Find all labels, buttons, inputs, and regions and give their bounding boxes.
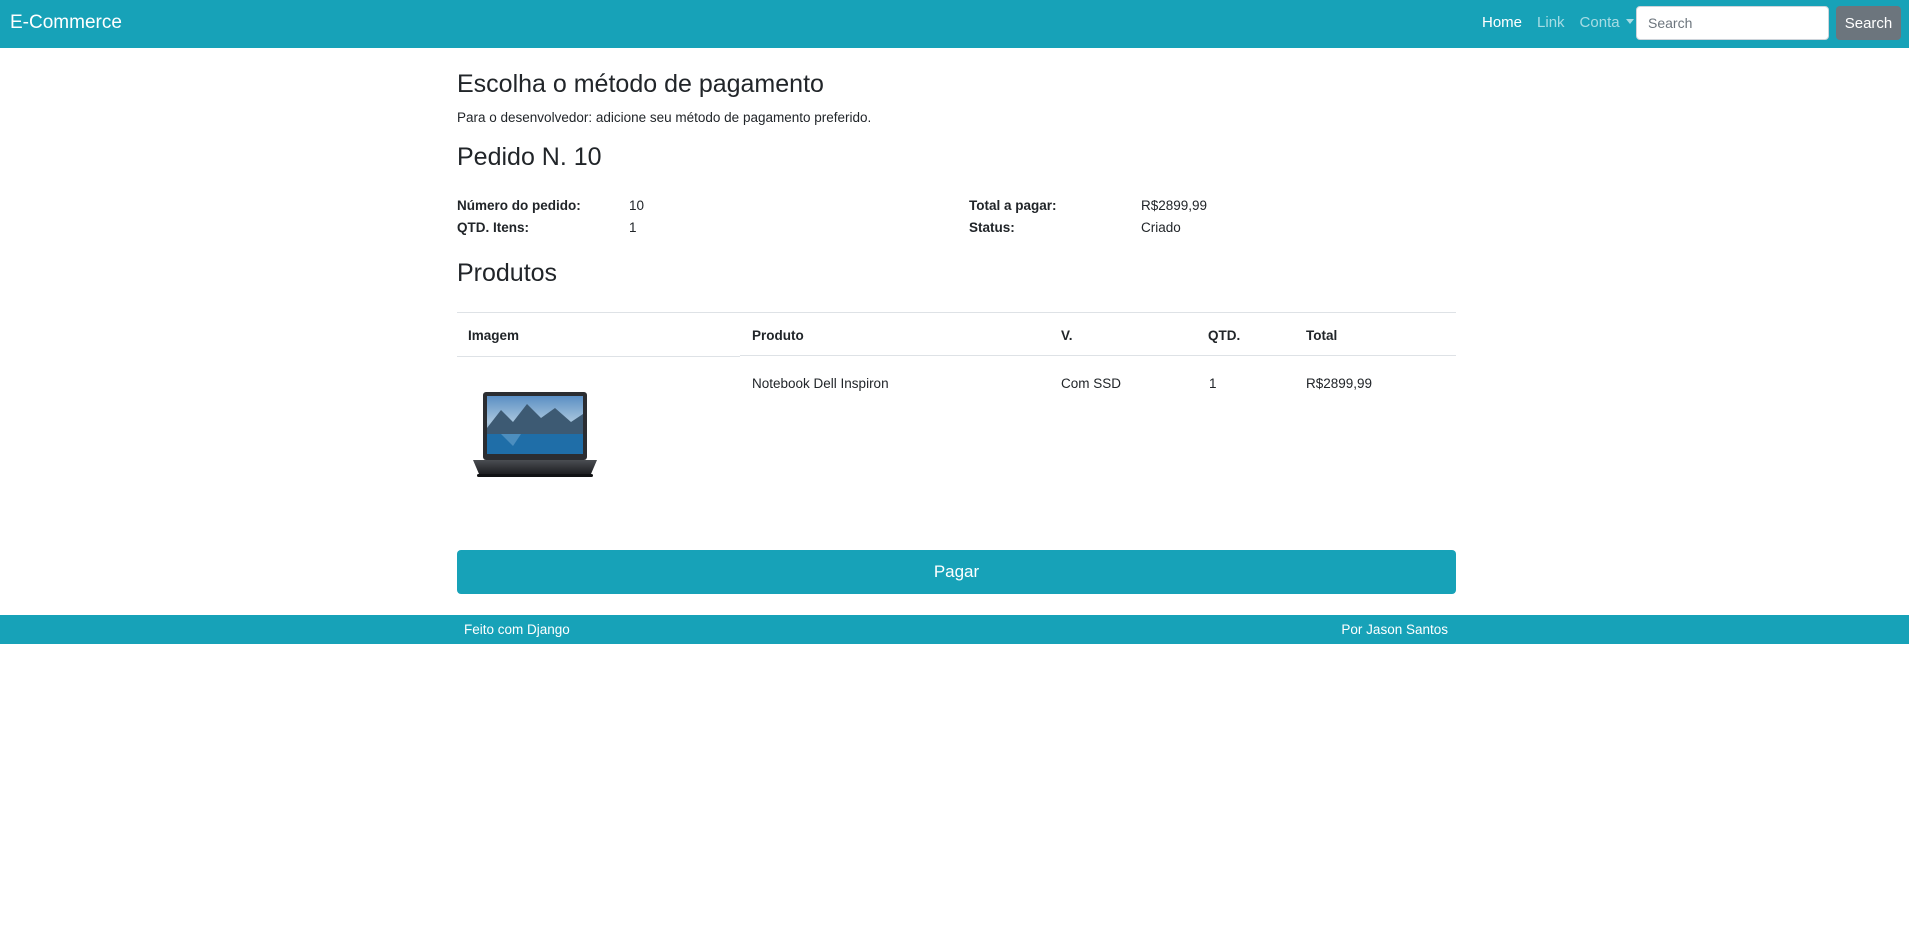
footer-made-with: Feito com Django bbox=[464, 622, 570, 637]
product-quantity: 1 bbox=[1209, 376, 1217, 391]
search-button[interactable]: Search bbox=[1836, 6, 1901, 40]
table-divider bbox=[457, 356, 740, 357]
developer-note: Para o desenvolvedor: adicione seu métod… bbox=[457, 110, 872, 125]
status-value: Criado bbox=[1141, 220, 1181, 235]
nav-link-link[interactable]: Link bbox=[1537, 14, 1565, 31]
nav-dropdown-conta[interactable]: Conta bbox=[1580, 14, 1634, 31]
product-total: R$2899,99 bbox=[1306, 376, 1373, 391]
nav-link-home[interactable]: Home bbox=[1482, 14, 1522, 31]
brand-link[interactable]: E-Commerce bbox=[10, 12, 122, 34]
items-quantity-value: 1 bbox=[629, 220, 637, 235]
product-name: Notebook Dell Inspiron bbox=[752, 376, 889, 391]
nav-dropdown-conta-label: Conta bbox=[1579, 14, 1620, 31]
items-quantity-label: QTD. Itens: bbox=[457, 220, 530, 235]
footer-author: Por Jason Santos bbox=[1341, 622, 1448, 637]
column-header-total: Total bbox=[1306, 328, 1338, 343]
footer: Feito com Django Por Jason Santos bbox=[0, 615, 1909, 644]
table-divider bbox=[457, 312, 1456, 313]
pay-button[interactable]: Pagar bbox=[457, 550, 1456, 594]
product-variation: Com SSD bbox=[1061, 376, 1122, 391]
search-input[interactable] bbox=[1636, 6, 1829, 40]
total-to-pay-label: Total a pagar: bbox=[969, 198, 1057, 213]
page-title: Escolha o método de pagamento bbox=[457, 70, 824, 98]
products-title: Produtos bbox=[457, 259, 558, 287]
order-title: Pedido N. 10 bbox=[457, 143, 602, 171]
status-label: Status: bbox=[969, 220, 1015, 235]
column-header-variation: V. bbox=[1061, 328, 1073, 343]
laptop-image bbox=[473, 392, 597, 477]
navbar: E-Commerce Home Link Conta Search bbox=[0, 0, 1909, 48]
column-header-image: Imagem bbox=[468, 328, 520, 343]
order-number-label: Número do pedido: bbox=[457, 198, 581, 213]
column-header-product: Produto bbox=[752, 328, 804, 343]
column-header-quantity: QTD. bbox=[1208, 328, 1241, 343]
order-number-value: 10 bbox=[629, 198, 645, 213]
table-divider bbox=[740, 355, 1456, 356]
chevron-down-icon bbox=[1625, 19, 1634, 24]
nav-links: Home Link Conta bbox=[1482, 14, 1649, 31]
total-to-pay-value: R$2899,99 bbox=[1141, 198, 1208, 213]
